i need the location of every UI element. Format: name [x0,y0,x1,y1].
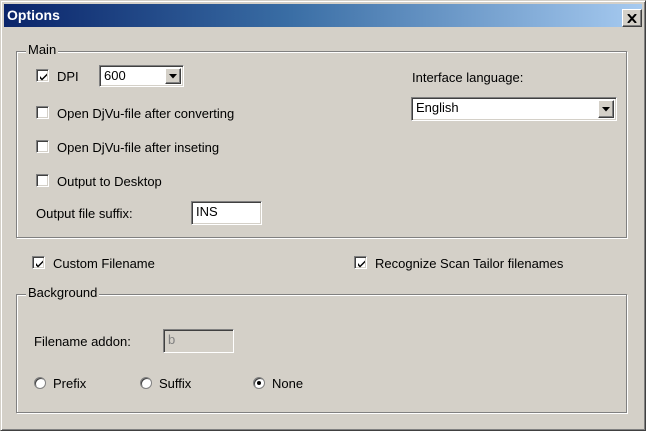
dpi-label: DPI [57,69,79,84]
recognize-scan-tailor-label: Recognize Scan Tailor filenames [375,256,564,271]
check-icon [36,260,43,268]
interface-language-select[interactable]: English [411,97,617,121]
chevron-down-icon [169,73,177,78]
title-bar[interactable]: Options [4,4,642,27]
check-icon [40,73,47,81]
radio-selected-dot [257,381,261,385]
output-to-desktop-label: Output to Desktop [57,174,162,189]
chevron-down-icon [602,106,610,111]
open-after-converting-label: Open DjVu-file after converting [57,106,235,121]
suffix-radio[interactable] [140,377,152,389]
background-group-legend: Background [26,285,100,300]
filename-addon-label: Filename addon: [34,334,131,349]
filename-addon-input[interactable]: b [163,329,234,353]
filename-addon-value: b [168,332,176,347]
window-title: Options [7,7,60,23]
interface-language-value: English [416,100,459,115]
prefix-radio[interactable] [34,377,46,389]
none-radio-label: None [272,376,304,391]
recognize-scan-tailor-checkbox[interactable] [354,256,367,269]
dpi-dropdown-button[interactable] [165,68,181,84]
open-after-converting-checkbox[interactable] [36,106,49,119]
check-icon [358,260,365,268]
custom-filename-checkbox[interactable] [32,256,45,269]
output-to-desktop-checkbox[interactable] [36,174,49,187]
interface-language-label: Interface language: [412,70,524,85]
custom-filename-label: Custom Filename [53,256,155,271]
close-icon [627,11,637,26]
language-dropdown-button[interactable] [598,100,614,118]
close-button[interactable] [622,9,642,27]
output-suffix-input[interactable]: INS [191,201,262,225]
dpi-checkbox[interactable] [36,69,49,82]
open-after-inseting-label: Open DjVu-file after inseting [57,140,220,155]
output-suffix-value: INS [196,204,218,219]
dpi-select-value: 600 [104,68,126,83]
options-dialog: Options Main DPI 600 Interface language:… [0,0,646,431]
open-after-inseting-checkbox[interactable] [36,140,49,153]
prefix-radio-label: Prefix [53,376,87,391]
background-group [16,294,627,413]
suffix-radio-label: Suffix [159,376,192,391]
none-radio[interactable] [253,377,265,389]
output-suffix-label: Output file suffix: [36,206,133,221]
dpi-select[interactable]: 600 [99,65,184,87]
main-group-legend: Main [26,42,59,57]
